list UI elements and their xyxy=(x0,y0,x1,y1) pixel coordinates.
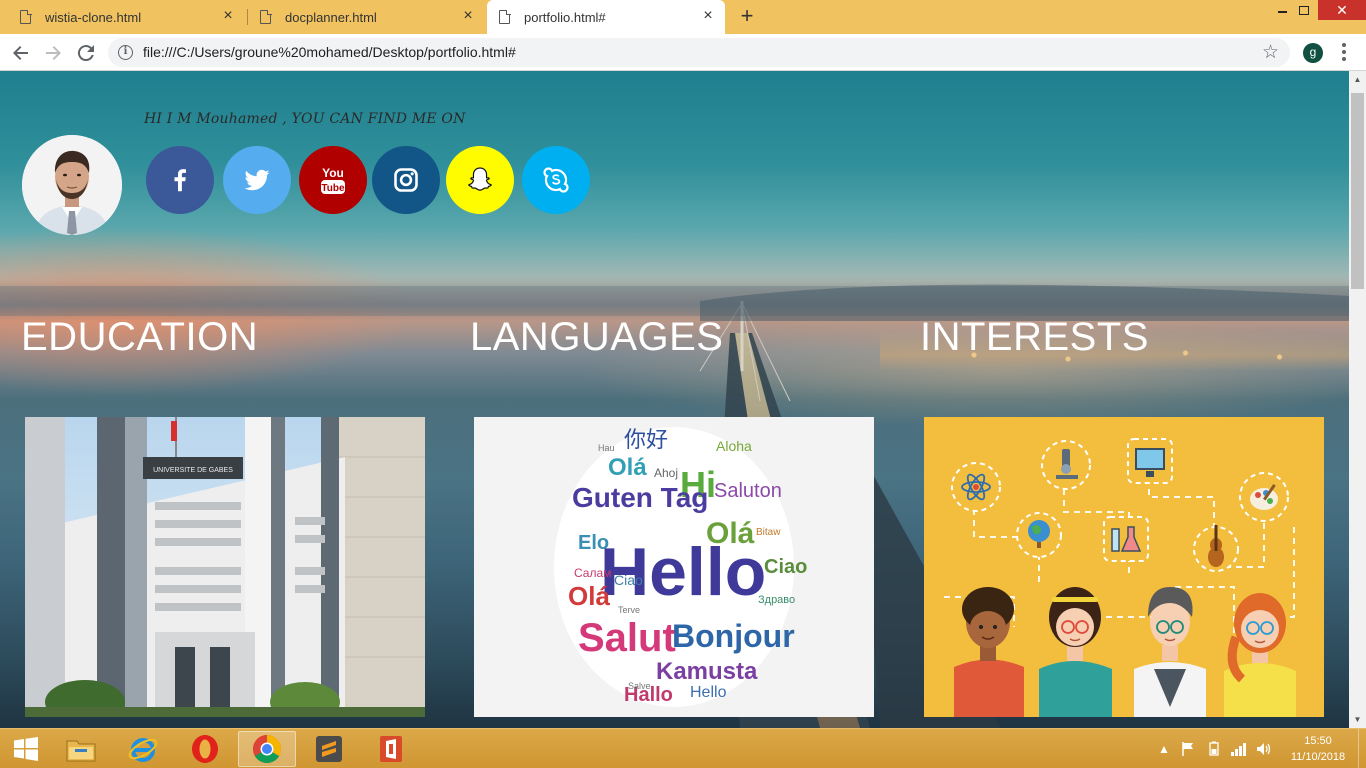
word-bitaw: Bitaw xyxy=(756,527,781,538)
internet-explorer-icon[interactable] xyxy=(114,731,172,767)
svg-text:Tube: Tube xyxy=(321,183,345,194)
reload-icon[interactable] xyxy=(74,41,98,65)
restore-button[interactable] xyxy=(1290,0,1318,20)
education-image: UNIVERSITE DE GABES xyxy=(25,417,425,717)
word-hello-small: Hello xyxy=(690,684,727,701)
scroll-down-icon[interactable]: ▼ xyxy=(1349,711,1366,728)
show-hidden-icons[interactable]: ▲ xyxy=(1158,729,1170,768)
word-zdravo: Здраво xyxy=(758,594,795,606)
word-cloud-cjk: 你好 xyxy=(624,427,668,452)
chrome-icon[interactable] xyxy=(238,731,296,767)
snapchat-icon[interactable] xyxy=(446,146,514,214)
star-icon[interactable]: ☆ xyxy=(1262,41,1279,64)
tab-title: docplanner.html xyxy=(285,9,377,25)
tab-wistia-clone[interactable]: wistia-clone.html × xyxy=(8,0,245,34)
word-ola-left: Olá xyxy=(568,581,610,611)
languages-heading: LANGUAGES xyxy=(470,315,724,359)
word-ahoj: Ahoj xyxy=(654,466,678,480)
browser-toolbar: i file:///C:/Users/groune%20mohamed/Desk… xyxy=(0,34,1366,71)
tab-title: portfolio.html# xyxy=(524,9,606,25)
url-text[interactable]: file:///C:/Users/groune%20mohamed/Deskto… xyxy=(143,44,516,60)
back-icon[interactable] xyxy=(9,41,33,65)
building-sign: UNIVERSITE DE GABES xyxy=(153,467,233,474)
twitter-icon[interactable] xyxy=(223,146,291,214)
menu-icon[interactable] xyxy=(1341,43,1347,61)
page-viewport: HI I M Mouhamed , YOU CAN FIND ME ON You… xyxy=(0,71,1349,728)
interests-image xyxy=(924,417,1324,717)
word-salve: Salve xyxy=(628,681,651,691)
word-ciao: Ciao xyxy=(614,572,643,588)
avatar xyxy=(22,135,122,235)
word-aloha: Aloha xyxy=(716,438,752,454)
volume-icon[interactable] xyxy=(1255,729,1273,768)
windows-start-icon[interactable] xyxy=(6,734,46,764)
scrollbar-thumb[interactable] xyxy=(1351,93,1364,289)
languages-image: 你好 Aloha Olá Hi Saluton Guten Tag Ahoj E… xyxy=(474,417,874,717)
network-signal-icon[interactable] xyxy=(1230,729,1248,768)
interests-heading: INTERESTS xyxy=(920,315,1149,359)
word-ola-mid: Olá xyxy=(706,517,755,550)
word-salut: Salut xyxy=(578,616,676,660)
profile-avatar[interactable]: g xyxy=(1303,43,1323,63)
battery-icon[interactable] xyxy=(1206,729,1222,768)
close-icon[interactable]: × xyxy=(461,8,475,24)
tab-strip: wistia-clone.html × docplanner.html × po… xyxy=(0,0,1366,34)
file-explorer-icon[interactable] xyxy=(52,731,110,767)
education-heading: EDUCATION xyxy=(21,315,259,359)
page-icon xyxy=(20,9,32,24)
office-icon[interactable] xyxy=(362,731,420,767)
word-salam: Салам xyxy=(574,566,611,580)
tab-docplanner[interactable]: docplanner.html × xyxy=(248,0,485,34)
new-tab-icon[interactable]: + xyxy=(736,5,758,28)
instagram-icon[interactable] xyxy=(372,146,440,214)
close-icon[interactable]: × xyxy=(701,8,715,24)
greeting-text: HI I M Mouhamed , YOU CAN FIND ME ON xyxy=(144,111,466,127)
scroll-up-icon[interactable]: ▲ xyxy=(1349,71,1366,88)
tab-title: wistia-clone.html xyxy=(45,9,142,25)
clock-date: 11/10/2018 xyxy=(1290,751,1346,763)
close-icon[interactable]: × xyxy=(221,8,235,24)
word-ciao-right: Ciao xyxy=(764,556,807,578)
action-center-flag-icon[interactable] xyxy=(1180,729,1196,768)
page-icon xyxy=(499,9,511,24)
address-bar[interactable]: i file:///C:/Users/groune%20mohamed/Desk… xyxy=(108,38,1290,67)
page-scrollbar[interactable]: ▲ ▼ xyxy=(1349,71,1366,728)
word-bonjour: Bonjour xyxy=(672,618,795,654)
tab-portfolio[interactable]: portfolio.html# × xyxy=(487,0,725,34)
show-desktop-button[interactable] xyxy=(1358,729,1366,768)
svg-text:You: You xyxy=(322,166,344,180)
clock-time: 15:50 xyxy=(1304,735,1332,747)
window-close-button[interactable]: ✕ xyxy=(1318,0,1366,20)
youtube-icon[interactable]: You Tube xyxy=(299,146,367,214)
skype-icon[interactable] xyxy=(522,146,590,214)
forward-icon[interactable] xyxy=(41,41,65,65)
word-kamusta: Kamusta xyxy=(656,658,758,685)
taskbar: ▲ 15:50 11/10/2018 xyxy=(0,728,1366,768)
info-icon[interactable]: i xyxy=(118,45,133,60)
word-terve: Terve xyxy=(618,605,640,615)
page-icon xyxy=(260,9,272,24)
word-saluton: Saluton xyxy=(714,480,782,502)
word-hau: Hau xyxy=(598,443,615,453)
sublime-text-icon[interactable] xyxy=(300,731,358,767)
opera-icon[interactable] xyxy=(176,731,234,767)
facebook-icon[interactable] xyxy=(146,146,214,214)
word-ola: Olá xyxy=(608,454,647,481)
word-guten-tag: Guten Tag xyxy=(572,482,708,513)
system-clock[interactable]: 15:50 11/10/2018 xyxy=(1286,733,1350,765)
